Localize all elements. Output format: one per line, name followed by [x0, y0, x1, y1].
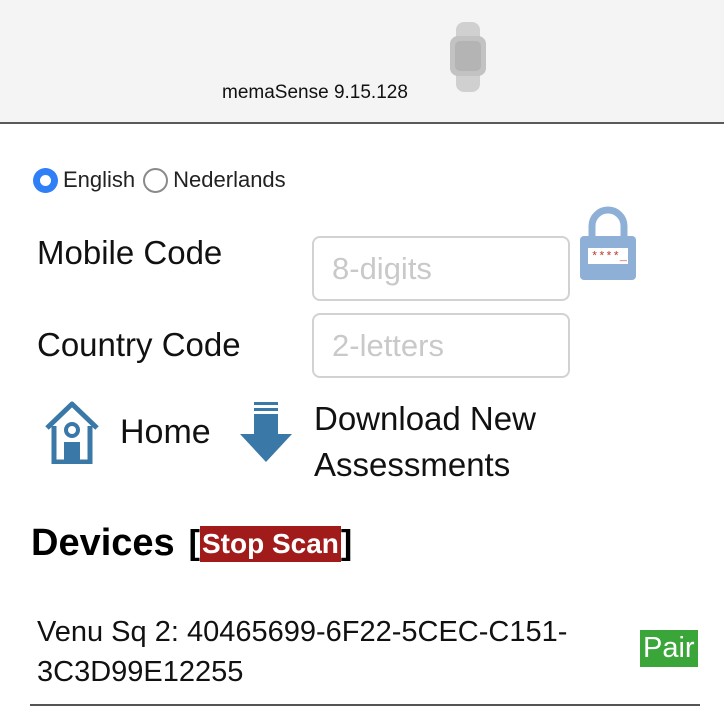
- language-selector: English Nederlands: [33, 167, 294, 193]
- english-radio[interactable]: [33, 167, 58, 193]
- bracket-close: ]: [340, 524, 353, 562]
- country-code-input[interactable]: [312, 313, 570, 378]
- download-arrow-icon: [240, 402, 292, 462]
- home-icon: [45, 401, 99, 464]
- password-lock-icon[interactable]: ****_: [580, 206, 636, 280]
- app-version-label: memaSense 9.15.128: [222, 82, 408, 103]
- home-label: Home: [120, 412, 211, 451]
- device-list-item: Venu Sq 2: 40465699-6F22-5CEC-C151-3C3D9…: [37, 612, 698, 692]
- devices-header: Devices [ Stop Scan ]: [31, 522, 352, 565]
- device-name: Venu Sq 2: 40465699-6F22-5CEC-C151-3C3D9…: [37, 616, 568, 688]
- pair-button[interactable]: Pair: [640, 630, 698, 667]
- download-assessments-button[interactable]: Download New Assessments: [240, 396, 584, 488]
- stop-scan-button[interactable]: Stop Scan: [200, 525, 341, 562]
- country-code-label: Country Code: [37, 326, 241, 363]
- lock-mask-text: ****_: [591, 250, 628, 264]
- download-label: Download New Assessments: [314, 400, 536, 483]
- nederlands-label[interactable]: Nederlands: [173, 167, 286, 193]
- mobile-code-input[interactable]: [312, 236, 570, 301]
- app-header: memaSense 9.15.128: [0, 0, 724, 124]
- home-button[interactable]: Home: [44, 400, 211, 464]
- divider: [30, 704, 700, 706]
- mobile-code-label: Mobile Code: [37, 234, 223, 271]
- nederlands-radio[interactable]: [143, 167, 169, 193]
- fitness-band-icon: [450, 22, 486, 92]
- bracket-open: [: [188, 524, 200, 562]
- english-label[interactable]: English: [63, 167, 135, 193]
- devices-title: Devices: [31, 522, 175, 564]
